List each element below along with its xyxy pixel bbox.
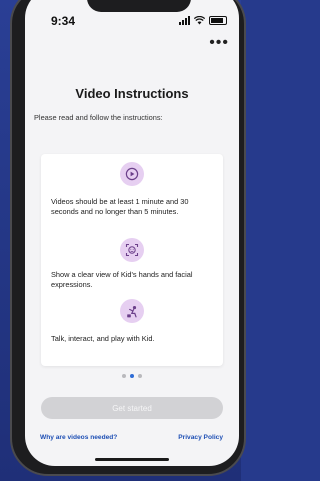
page-title: Video Instructions (75, 86, 189, 101)
battery-icon (209, 15, 227, 25)
app-screen: 9:34 ••• Video Instructions Please read … (25, 0, 239, 466)
instruction-text-2: Show a clear view of Kid's hands and fac… (51, 270, 193, 289)
get-started-button[interactable]: Get started (41, 397, 223, 419)
ellipsis-icon[interactable]: ••• (209, 35, 229, 51)
page-dot-2[interactable] (130, 374, 134, 378)
signal-icon (179, 15, 190, 25)
privacy-policy-link[interactable]: Privacy Policy (178, 434, 223, 441)
play-icon (120, 162, 144, 186)
wifi-icon (194, 15, 205, 24)
face-scan-icon (120, 238, 144, 262)
home-indicator (95, 458, 169, 461)
page-subtitle: Please read and follow the instructions: (34, 113, 163, 122)
instructions-card: Videos should be at least 1 minute and 3… (41, 154, 223, 366)
page-dot-3[interactable] (138, 374, 142, 378)
instruction-text-1: Videos should be at least 1 minute and 3… (51, 197, 189, 216)
page-indicator (25, 374, 239, 378)
status-icons (179, 15, 227, 25)
page-dot-1[interactable] (122, 374, 126, 378)
play-interact-icon (120, 299, 144, 323)
notch (87, 0, 191, 12)
why-videos-link[interactable]: Why are videos needed? (40, 434, 117, 441)
instruction-text-3: Talk, interact, and play with Kid. (51, 334, 155, 343)
status-time: 9:34 (51, 14, 76, 28)
